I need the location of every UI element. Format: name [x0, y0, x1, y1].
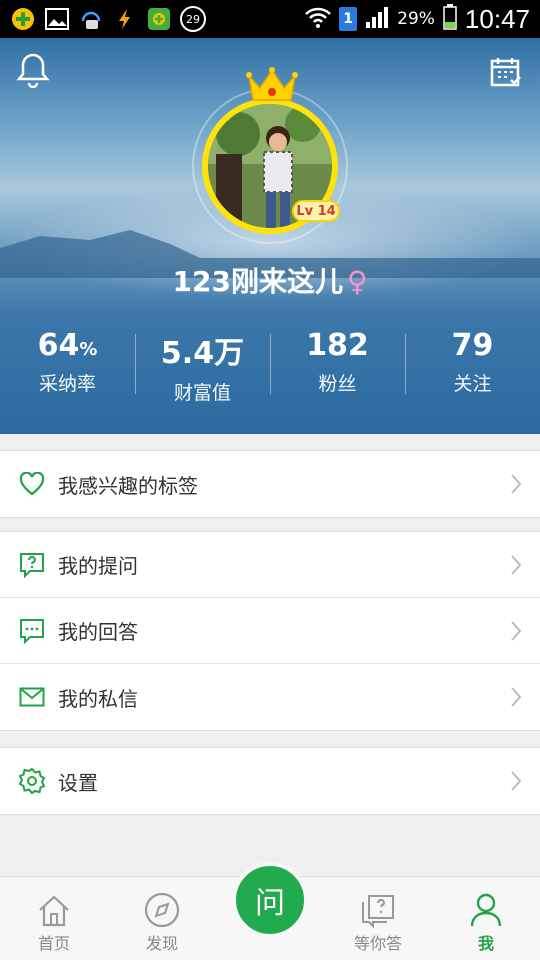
app-notification-icon: [10, 7, 36, 31]
sim-slot-indicator: 1: [339, 7, 358, 31]
nav-label: 等你答: [353, 934, 402, 953]
flash-icon: [112, 7, 138, 31]
menu-item-interest-tags[interactable]: 我感兴趣的标签: [0, 451, 540, 517]
stat-value: 5.4万: [160, 336, 245, 371]
stat-wealth[interactable]: 5.4万 财富值: [135, 328, 270, 405]
stat-followers[interactable]: 182 粉丝: [270, 328, 405, 405]
chevron-right-icon: [511, 687, 522, 707]
gear-icon: [18, 767, 46, 795]
level-badge: Lv 14: [292, 200, 340, 222]
home-icon: [39, 895, 69, 927]
menu-label: 我的私信: [58, 686, 138, 711]
menu-item-my-questions[interactable]: 我的提问: [0, 532, 540, 598]
gallery-icon: [44, 7, 70, 31]
gender-female-icon: ♀: [346, 265, 368, 298]
nav-waiting-answers[interactable]: 等你答: [324, 877, 432, 960]
crown-icon: [246, 66, 298, 104]
chevron-right-icon: [511, 771, 522, 791]
question-bubble-icon: [18, 551, 46, 579]
stat-label: 关注: [453, 373, 492, 395]
chevron-right-icon: [511, 474, 522, 494]
menu-item-settings[interactable]: 设置: [0, 748, 540, 814]
ask-question-button[interactable]: 问: [232, 862, 308, 938]
nav-discover[interactable]: 发现: [108, 877, 216, 960]
menu-label: 我感兴趣的标签: [58, 473, 198, 498]
avatar-container[interactable]: Lv 14: [192, 67, 348, 244]
chevron-right-icon: [511, 621, 522, 641]
stat-label: 粉丝: [318, 373, 357, 395]
nav-label: 发现: [145, 934, 178, 953]
clock: 10:47: [464, 3, 530, 34]
stats-bar: 64% 采纳率 5.4万 财富值 182 粉丝 79 关注: [0, 328, 540, 405]
notification-bell-icon[interactable]: [16, 52, 50, 89]
stat-value: 64: [37, 328, 80, 363]
stat-adoption-rate[interactable]: 64% 采纳率: [0, 328, 135, 405]
nav-label: 首页: [37, 934, 70, 953]
nav-me[interactable]: 我: [432, 877, 540, 960]
menu-label: 我的回答: [58, 620, 138, 644]
menu-item-my-messages[interactable]: 我的私信: [0, 664, 540, 730]
battery-percent: 29%: [397, 9, 435, 29]
username-text: 123刚来这儿: [172, 265, 343, 298]
person-icon: [470, 893, 502, 927]
stat-unit: %: [79, 339, 98, 360]
check-in-calendar-icon[interactable]: [490, 56, 522, 88]
menu-group-settings: 设置: [0, 747, 540, 815]
menu-group-activity: 我的提问 我的回答 我的私信: [0, 531, 540, 731]
username: 123刚来这儿 ♀: [0, 260, 540, 300]
menu-item-my-answers[interactable]: 我的回答: [0, 598, 540, 664]
stat-label: 财富值: [173, 382, 231, 404]
menu-label: 设置: [58, 770, 98, 795]
signal-icon: [365, 6, 389, 32]
heart-icon: [18, 470, 46, 498]
stat-following[interactable]: 79 关注: [405, 328, 540, 405]
status-bar: 29 1 29% 10:47: [0, 0, 540, 38]
nav-label: 我: [477, 934, 494, 953]
answer-bubble-icon: [18, 617, 46, 645]
notification-count-badge: 29: [180, 6, 206, 32]
menu-group-tags: 我感兴趣的标签: [0, 450, 540, 518]
compass-icon: [144, 892, 180, 928]
wifi-icon: [305, 6, 332, 32]
battery-icon: [443, 4, 457, 34]
app-store-icon: [146, 7, 172, 31]
menu-label: 我的提问: [58, 554, 138, 578]
profile-header: Lv 14 123刚来这儿 ♀ 64% 采纳率 5.4万 财富值 182 粉丝 7…: [0, 38, 540, 434]
stat-value: 79: [451, 328, 494, 363]
stat-value: 182: [306, 328, 369, 363]
waiting-answers-icon: [362, 895, 394, 928]
chevron-right-icon: [511, 555, 522, 575]
envelope-icon: [18, 683, 46, 711]
headset-message-icon: [78, 7, 104, 31]
stat-label: 采纳率: [38, 373, 96, 395]
nav-home[interactable]: 首页: [0, 877, 108, 960]
